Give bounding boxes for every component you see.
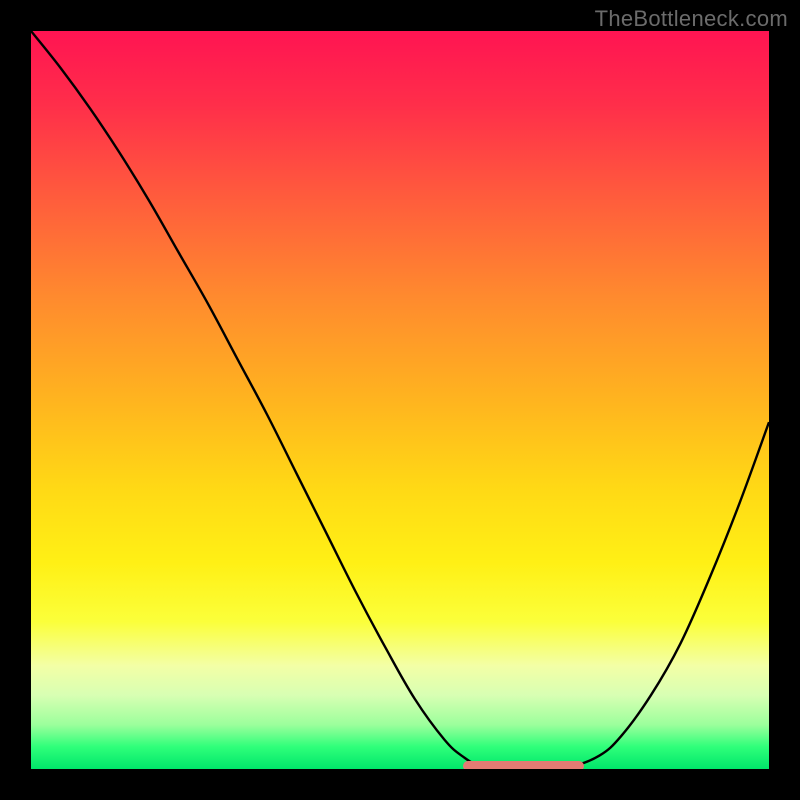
plot-area [31,31,769,769]
watermark-text: TheBottleneck.com [595,6,788,32]
bottleneck-marker [463,761,585,769]
chart-frame: TheBottleneck.com [0,0,800,800]
curve-line [31,31,769,768]
curve-svg [31,31,769,769]
